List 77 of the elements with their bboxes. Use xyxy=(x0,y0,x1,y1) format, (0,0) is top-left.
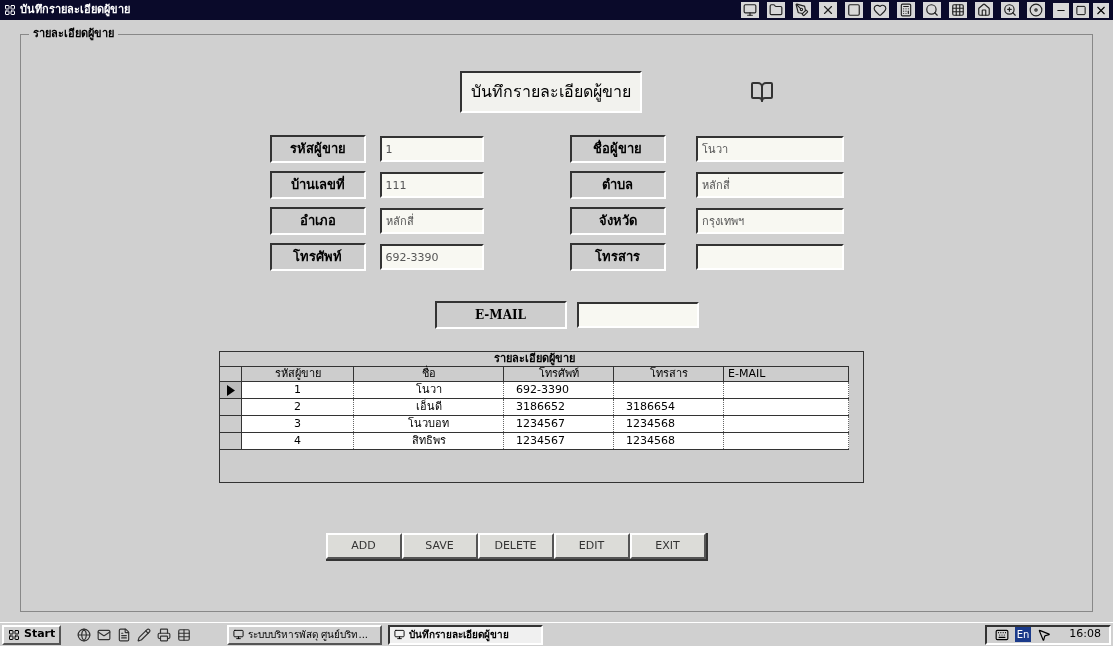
keyboard-icon[interactable] xyxy=(994,627,1009,642)
input-field[interactable]: 1 xyxy=(379,136,484,162)
pen-icon[interactable] xyxy=(793,2,811,18)
field-label: โทรสาร xyxy=(569,243,666,271)
globe-icon[interactable] xyxy=(77,627,92,642)
table-cell: 3 xyxy=(242,416,354,432)
table-cell: สิทธิพร xyxy=(354,433,504,449)
maximize-icon[interactable] xyxy=(1073,2,1089,18)
table-cell: โนวา xyxy=(354,382,504,398)
start-button[interactable]: Start xyxy=(2,624,62,645)
book-icon xyxy=(749,80,774,104)
input-field[interactable]: โนวา xyxy=(695,136,844,162)
input-field[interactable]: หลักสี่ xyxy=(695,172,844,198)
field-label: จังหวัด xyxy=(569,207,666,235)
home-icon[interactable] xyxy=(975,2,993,18)
group-label: รายละเอียดผู้ขาย xyxy=(29,26,118,43)
table-cell: 692-3390 xyxy=(504,382,614,398)
disc-icon[interactable] xyxy=(1027,2,1045,18)
command-button[interactable]: EDIT xyxy=(553,533,630,559)
table-cell: เอ็นดี xyxy=(354,399,504,415)
current-row-icon xyxy=(226,384,235,396)
column-header[interactable]: E-MAIL xyxy=(724,367,849,381)
window-title: บันทึกรายละเอียดผู้ขาย xyxy=(20,1,130,19)
minimize-icon[interactable] xyxy=(1053,2,1069,18)
taskbar-button[interactable]: บันทึกรายละเอียดผู้ขาย xyxy=(388,624,544,645)
document-icon[interactable] xyxy=(117,627,132,642)
table-cell: 4 xyxy=(242,433,354,449)
table-cell: 3186654 xyxy=(614,399,724,415)
column-header[interactable]: ชื่อ xyxy=(354,367,504,381)
field-label: E-MAIL xyxy=(434,301,567,329)
close-icon[interactable] xyxy=(1093,2,1109,18)
zoom-icon[interactable] xyxy=(1001,2,1019,18)
language-indicator[interactable]: En xyxy=(1014,627,1032,642)
input-field[interactable]: กรุงเทพฯ xyxy=(695,208,844,234)
taskbar-button[interactable]: ระบบบริหารพัสดุ ศูนย์บริท... xyxy=(227,624,383,645)
pencil-icon[interactable] xyxy=(137,627,152,642)
heart-icon[interactable] xyxy=(871,2,889,18)
table-cell: 1 xyxy=(242,382,354,398)
column-header[interactable]: โทรสาร xyxy=(614,367,724,381)
form-heading: บันทึกรายละเอียดผู้ขาย xyxy=(459,71,642,113)
field-label: บ้านเลขที่ xyxy=(269,171,366,199)
column-header[interactable]: รหัสผู้ขาย xyxy=(242,367,354,381)
monitor-icon[interactable] xyxy=(741,2,759,18)
input-field[interactable] xyxy=(695,244,844,270)
row-selector[interactable] xyxy=(220,382,242,398)
field-label: โทรศัพท์ xyxy=(269,243,366,271)
printer-icon[interactable] xyxy=(157,627,172,642)
command-button[interactable]: DELETE xyxy=(477,533,554,559)
square-icon[interactable] xyxy=(845,2,863,18)
field-label: อำเภอ xyxy=(269,207,366,235)
table-cell: โนวบอท xyxy=(354,416,504,432)
column-header[interactable]: โทรศัพท์ xyxy=(504,367,614,381)
input-field[interactable]: 692-3390 xyxy=(379,244,484,270)
table-cell: 1234568 xyxy=(614,433,724,449)
input-field[interactable]: หลักสี่ xyxy=(379,208,484,234)
table-cell: 1234567 xyxy=(504,433,614,449)
search-icon[interactable] xyxy=(923,2,941,18)
command-button[interactable]: SAVE xyxy=(401,533,478,559)
table-cell: 1234568 xyxy=(614,416,724,432)
grid-icon[interactable] xyxy=(949,2,967,18)
input-field[interactable] xyxy=(576,302,699,328)
close-icon[interactable] xyxy=(819,2,837,18)
folder-icon[interactable] xyxy=(767,2,785,18)
table-cell: 1234567 xyxy=(504,416,614,432)
command-button[interactable]: ADD xyxy=(325,533,402,559)
field-label: รหัสผู้ขาย xyxy=(269,135,366,163)
clock: 16:08 xyxy=(1069,626,1101,643)
input-field[interactable]: 111 xyxy=(379,172,484,198)
table-cell: 3186652 xyxy=(504,399,614,415)
grid-caption: รายละเอียดผู้ขาย xyxy=(493,352,576,366)
field-label: ชื่อผู้ขาย xyxy=(569,135,666,163)
calculator-icon[interactable] xyxy=(897,2,915,18)
command-button[interactable]: EXIT xyxy=(629,533,706,559)
field-label: ตำบล xyxy=(569,171,666,199)
table-cell: 2 xyxy=(242,399,354,415)
mail-icon[interactable] xyxy=(97,627,112,642)
table-icon[interactable] xyxy=(177,627,192,642)
